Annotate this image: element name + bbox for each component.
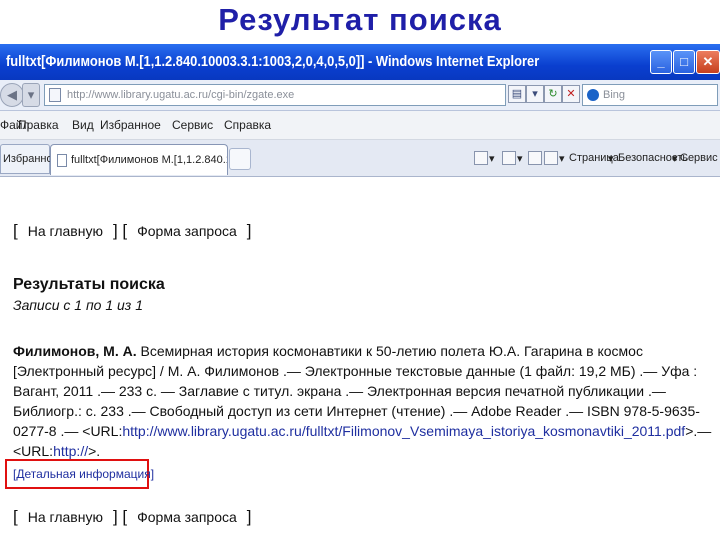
address-toolbar: ◀ ▾ http://www.library.ugatu.ac.ru/cgi-b… — [0, 80, 720, 111]
results-heading: Результаты поиска — [13, 276, 165, 293]
print-icon[interactable] — [544, 151, 558, 165]
browser-window: fulltxt[Филимонов М.[1,1.2.840.10003.3.1… — [0, 44, 720, 540]
search-record: Филимонов, М. А. Всемирная история космо… — [13, 341, 713, 461]
second-link[interactable]: http:// — [53, 443, 88, 459]
menu-bar: Файл Правка Вид Избранное Сервис Справка — [0, 111, 720, 140]
home-icon[interactable] — [474, 151, 488, 165]
favorites-tab[interactable]: Избранное — [0, 144, 59, 174]
query-form-link[interactable]: Форма запроса — [137, 223, 237, 239]
menu-help[interactable]: Справка — [224, 118, 271, 132]
compat-view-icon[interactable]: ▤ — [508, 85, 526, 103]
search-placeholder: Bing — [603, 89, 626, 101]
home-link-bottom[interactable]: На главную — [28, 509, 103, 525]
window-title: fulltxt[Филимонов М.[1,1.2.840.10003.3.1… — [6, 53, 540, 70]
minimize-button[interactable]: _ — [650, 50, 672, 74]
home-dropdown-icon[interactable]: ▾ — [489, 152, 495, 165]
new-tab-button[interactable] — [229, 148, 251, 170]
print-dropdown-icon[interactable]: ▾ — [559, 152, 565, 165]
url-close: >. — [88, 443, 101, 459]
feeds-icon[interactable] — [502, 151, 516, 165]
top-nav: [На главную] [Форма запроса] — [13, 221, 252, 240]
tab-current-page[interactable]: fulltxt[Филимонов М.[1,1.2.840.10003.3.1… — [50, 144, 228, 175]
address-dropdown-icon[interactable]: ▾ — [526, 85, 544, 103]
mail-icon[interactable] — [528, 151, 542, 165]
record-author: Филимонов, М. А. — [13, 343, 137, 359]
tab-bar: Избранное fulltxt[Филимонов М.[1,1.2.840… — [0, 140, 720, 177]
window-titlebar: fulltxt[Филимонов М.[1,1.2.840.10003.3.1… — [0, 44, 720, 80]
url-open: <URL: — [82, 423, 123, 439]
safety-menu-chevron-icon: ▾ — [672, 153, 678, 165]
feeds-dropdown-icon[interactable]: ▾ — [517, 152, 523, 165]
fulltext-link[interactable]: http://www.library.ugatu.ac.ru/fulltxt/F… — [122, 423, 685, 439]
slide-title: Результат поиска — [218, 2, 502, 37]
bottom-nav: [На главную] [Форма запроса] — [13, 507, 252, 526]
page-content: [На главную] [Форма запроса] Результаты … — [0, 177, 720, 540]
menu-edit[interactable]: Правка — [18, 118, 59, 132]
menu-favorites[interactable]: Избранное — [100, 118, 161, 132]
refresh-icon[interactable]: ↻ — [544, 85, 562, 103]
menu-tools[interactable]: Сервис — [172, 118, 213, 132]
close-button[interactable]: ✕ — [696, 50, 720, 74]
page-icon — [57, 154, 67, 167]
address-url: http://www.library.ugatu.ac.ru/cgi-bin/z… — [67, 89, 295, 101]
home-link[interactable]: На главную — [28, 223, 103, 239]
search-input[interactable]: Bing — [582, 84, 718, 106]
menu-view[interactable]: Вид — [72, 118, 94, 132]
tab-title: fulltxt[Филимонов М.[1,1.2.840.10003.3.1… — [71, 154, 227, 166]
detail-info-link[interactable]: [Детальная информация] — [13, 467, 154, 481]
page-icon — [49, 88, 61, 102]
address-field[interactable]: http://www.library.ugatu.ac.ru/cgi-bin/z… — [44, 84, 506, 106]
maximize-button[interactable]: □ — [673, 50, 695, 74]
forward-button[interactable]: ▾ — [22, 83, 40, 107]
back-button[interactable]: ◀ — [0, 83, 24, 107]
stop-icon[interactable]: ✕ — [562, 85, 580, 103]
records-count: Записи с 1 по 1 из 1 — [13, 297, 143, 313]
query-form-link-bottom[interactable]: Форма запроса — [137, 509, 237, 525]
page-menu-chevron-icon: ▾ — [608, 153, 614, 165]
bing-icon — [587, 89, 599, 101]
tools-menu[interactable]: Сервис — [680, 152, 718, 164]
